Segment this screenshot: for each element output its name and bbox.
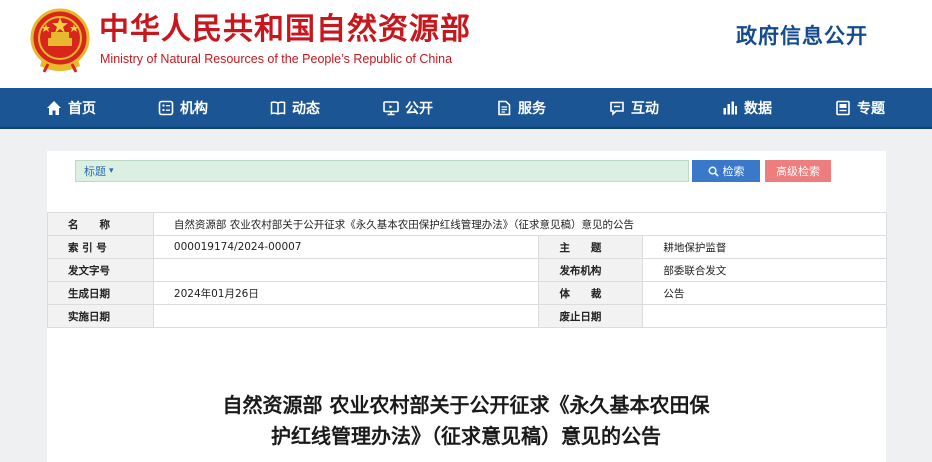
main-nav: 首页 机构 动态 公开 服务 互动 数据 专题 — [0, 88, 932, 129]
info-key: 索 引 号 — [47, 235, 154, 259]
info-key: 体 裁 — [538, 281, 644, 305]
nav-item-news[interactable]: 动态 — [270, 88, 320, 127]
table-row: 索 引 号 000019174/2024-00007 主 题 耕地保护监督 — [47, 235, 887, 259]
table-row: 实施日期 废止日期 — [47, 304, 887, 328]
search-icon — [708, 166, 719, 177]
article-title-line: 护红线管理办法》（征求意见稿）意见的公告 — [271, 424, 661, 448]
chat-icon — [610, 101, 624, 116]
organization-icon — [158, 100, 174, 115]
info-value: 部委联合发文 — [642, 258, 887, 282]
nav-item-public[interactable]: 公开 — [383, 88, 433, 127]
document-icon — [498, 100, 511, 115]
site-title-english: Ministry of Natural Resources of the Peo… — [100, 52, 453, 66]
info-key: 发布机构 — [538, 258, 644, 282]
nav-item-data[interactable]: 数据 — [722, 88, 772, 127]
nav-item-interaction[interactable]: 互动 — [609, 88, 659, 127]
site-title: 中华人民共和国自然资源部 — [99, 12, 471, 47]
chevron-down-icon: ▾ — [109, 166, 114, 176]
search-input[interactable]: 标题 ▾ — [75, 160, 689, 182]
monitor-icon — [383, 100, 399, 115]
site-header: 中华人民共和国自然资源部 Ministry of Natural Resourc… — [0, 0, 932, 88]
info-value: 自然资源部 农业农村部关于公开征求《永久基本农田保护红线管理办法》（征求意见稿）… — [152, 212, 888, 236]
table-row: 名 称 自然资源部 农业农村部关于公开征求《永久基本农田保护红线管理办法》（征求… — [47, 212, 888, 236]
search-field-label: 标题 — [84, 165, 106, 178]
nav-label: 公开 — [405, 100, 433, 117]
info-value: 公告 — [642, 281, 887, 305]
book-icon — [270, 100, 286, 115]
search-field-select[interactable]: 标题 ▾ — [84, 163, 114, 179]
nav-label: 数据 — [744, 100, 772, 117]
info-key: 发文字号 — [47, 258, 154, 282]
search-button-label: 检索 — [722, 165, 745, 178]
info-key: 主 题 — [538, 235, 644, 259]
info-key: 实施日期 — [47, 304, 154, 328]
nav-label: 服务 — [518, 100, 546, 117]
info-value: 2024年01月26日 — [152, 281, 540, 305]
info-key: 废止日期 — [538, 304, 644, 328]
nav-item-organization[interactable]: 机构 — [158, 88, 208, 127]
search-button[interactable]: 检索 — [692, 160, 760, 182]
info-value: 000019174/2024-00007 — [152, 235, 540, 259]
table-row: 发文字号 发布机构 部委联合发文 — [47, 258, 887, 282]
national-emblem-icon[interactable] — [28, 8, 92, 74]
nav-item-topics[interactable]: 专题 — [835, 88, 885, 127]
info-value — [152, 304, 540, 328]
home-icon — [47, 100, 61, 115]
info-key: 生成日期 — [47, 281, 154, 305]
info-value: 耕地保护监督 — [642, 235, 887, 259]
bar-chart-icon — [723, 101, 737, 114]
nav-item-home[interactable]: 首页 — [46, 88, 96, 127]
topic-icon — [836, 100, 850, 115]
nav-item-service[interactable]: 服务 — [496, 88, 546, 127]
article-title: 自然资源部 农业农村部关于公开征求《永久基本农田保 护红线管理办法》（征求意见稿… — [0, 390, 932, 452]
nav-label: 首页 — [68, 100, 96, 117]
table-row: 生成日期 2024年01月26日 体 裁 公告 — [47, 281, 887, 305]
gov-info-disclosure-link[interactable]: 政府信息公开 — [736, 20, 868, 50]
info-value — [642, 304, 887, 328]
nav-label: 机构 — [180, 100, 208, 117]
nav-label: 互动 — [631, 100, 659, 117]
advanced-search-button[interactable]: 高级检索 — [765, 160, 831, 182]
nav-label: 动态 — [292, 100, 320, 117]
article-title-line: 自然资源部 农业农村部关于公开征求《永久基本农田保 — [222, 393, 710, 417]
info-key: 名 称 — [47, 212, 154, 236]
nav-label: 专题 — [857, 100, 885, 117]
document-info-table: 名 称 自然资源部 农业农村部关于公开征求《永久基本农田保护红线管理办法》（征求… — [47, 212, 888, 328]
info-value — [152, 258, 540, 282]
